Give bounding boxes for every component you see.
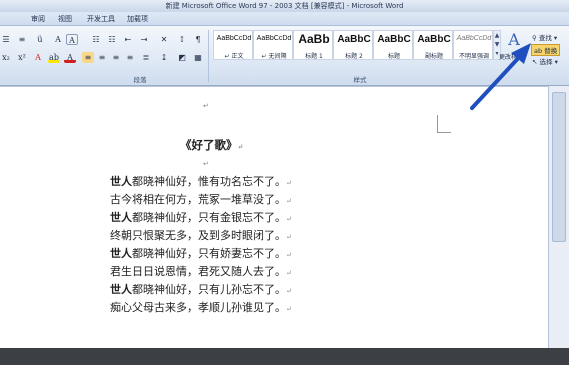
annotation-arrow [470,43,531,110]
arrow-shaft [470,50,526,110]
taskbar [0,348,569,365]
